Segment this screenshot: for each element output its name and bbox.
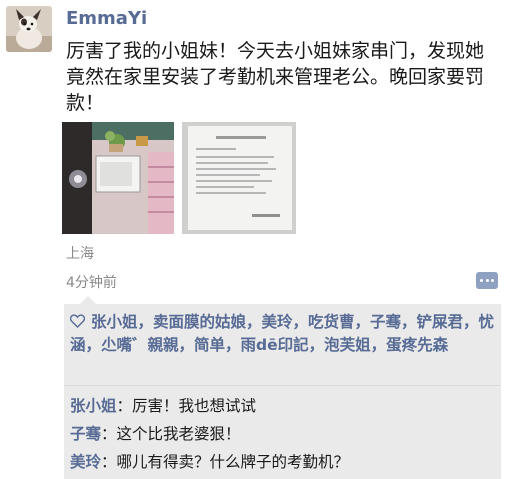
comment-text: 哪儿有得卖？什么牌子的考勤机？ xyxy=(116,453,350,471)
comment-separator: ： xyxy=(101,425,117,443)
post-text: 厉害了我的小姐妹！今天去小姐妹家串门，发现她竟然在家里安装了考勤机来管理老公。晚… xyxy=(66,40,485,114)
panel-divider xyxy=(64,385,501,386)
comment-author[interactable]: 子骞 xyxy=(70,425,101,443)
comment-author[interactable]: 美玲 xyxy=(70,453,101,471)
post-location[interactable]: 上海 xyxy=(66,243,94,263)
dog-avatar-image xyxy=(6,6,52,52)
comment-author[interactable]: 张小姐 xyxy=(70,397,117,415)
comment-separator: ： xyxy=(101,453,117,471)
comment-item[interactable]: 张小姐：厉害！我也想试试 xyxy=(70,394,256,416)
likes-names[interactable]: 张小姐，卖面膜的姑娘，美玲，吃货曹，子骞，铲屎君，忧涵，尐嘴゛親親，简单，雨dē… xyxy=(70,313,494,354)
comment-text: 厉害！我也想试试 xyxy=(132,397,257,415)
post-username[interactable]: EmmaYi xyxy=(66,8,147,29)
comment-text: 这个比我老婆狠！ xyxy=(116,425,241,443)
comment-item[interactable]: 子骞：这个比我老婆狠！ xyxy=(70,422,241,444)
panel-pointer xyxy=(80,296,96,304)
post-photo-document[interactable] xyxy=(182,122,296,234)
document-photo-image xyxy=(182,122,296,234)
comment-item[interactable]: 美玲：哪儿有得卖？什么牌子的考勤机？ xyxy=(70,450,349,472)
avatar[interactable] xyxy=(6,6,52,52)
likes-list: 张小姐，卖面膜的姑娘，美玲，吃货曹，子骞，铲屎君，忧涵，尐嘴゛親親，简单，雨dē… xyxy=(69,311,496,356)
comment-separator: ： xyxy=(116,397,133,415)
post-photo-door[interactable] xyxy=(62,122,174,234)
comment-icon[interactable] xyxy=(476,272,498,289)
post-time: 4分钟前 xyxy=(66,275,117,291)
door-photo-image xyxy=(62,122,174,234)
heart-icon xyxy=(69,312,86,334)
